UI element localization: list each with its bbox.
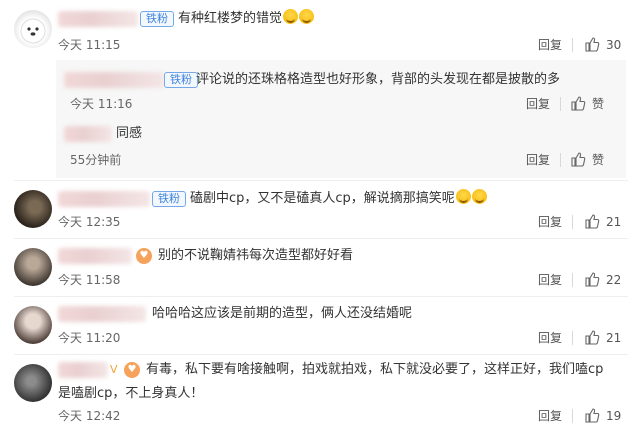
thumbs-up-icon[interactable] (584, 271, 600, 287)
reply-button[interactable]: 回复 (526, 96, 550, 112)
like-count: 22 (606, 273, 622, 287)
laughing-emoji-icon (455, 189, 471, 204)
verified-v-icon: V (110, 363, 118, 376)
reply-button[interactable]: 回复 (526, 152, 550, 168)
reply-text: 同感 (116, 126, 143, 141)
like-count: 30 (606, 38, 622, 52)
like-label: 赞 (592, 153, 605, 167)
comment: ♥ 别的不说鞠婧祎每次造型都好好看 今天 11:58 回复 22 (0, 238, 640, 296)
username-blurred[interactable] (64, 126, 112, 142)
comment: 铁粉 磕剧中cp，又不是磕真人cp，解说摘那搞笑呢 今天 12:35 回复 21 (0, 180, 640, 238)
timestamp: 今天 11:20 (58, 331, 121, 345)
comment-text: 磕剧中cp，又不是磕真人cp，解说摘那搞笑呢 (190, 189, 487, 209)
comment: V ♥ 有毒，私下要有啥接触啊，拍戏就拍戏，私下就没必要了，这样正好，我们嗑cp… (0, 354, 640, 428)
username-blurred[interactable] (58, 306, 146, 322)
thumbs-up-icon[interactable] (570, 151, 586, 167)
like-count: 21 (606, 331, 622, 345)
reply-button[interactable]: 回复 (538, 37, 562, 53)
avatar[interactable] (14, 10, 52, 48)
fan-badge: 铁粉 (164, 72, 198, 88)
comment-text: 有种红楼梦的错觉 (178, 9, 315, 29)
username-blurred[interactable] (58, 362, 108, 378)
timestamp: 今天 11:15 (58, 38, 121, 52)
thumbs-up-icon[interactable] (584, 407, 600, 423)
fan-badge: 铁粉 (140, 11, 174, 27)
username-blurred[interactable] (64, 72, 164, 88)
username-blurred[interactable] (58, 248, 132, 264)
divider (572, 215, 573, 229)
laughing-emoji-icon (283, 9, 299, 24)
divider (572, 331, 573, 345)
comment-text-line1: 有毒，私下要有啥接触啊，拍戏就拍戏，私下就没必要了，这样正好，我们嗑cp (146, 362, 604, 377)
timestamp: 55分钟前 (70, 153, 122, 167)
avatar[interactable] (14, 364, 52, 402)
divider (560, 153, 561, 167)
reply-button[interactable]: 回复 (538, 272, 562, 288)
divider (572, 273, 573, 287)
thumbs-up-icon[interactable] (584, 329, 600, 345)
comment-text-line2: 是嗑剧cp，不上身真人！ (58, 386, 204, 401)
timestamp: 今天 12:42 (58, 409, 121, 423)
comment-text-content: 有种红楼梦的错觉 (178, 11, 283, 26)
reply-text: 评论说的还珠格格造型也好形象，背部的头发现在都是披散的多 (196, 72, 561, 87)
reply-button[interactable]: 回复 (538, 214, 562, 230)
reply-thread: 铁粉 评论说的还珠格格造型也好形象，背部的头发现在都是披散的多 今天 11:16… (56, 60, 626, 178)
comment-text-content: 磕剧中cp，又不是磕真人cp，解说摘那搞笑呢 (190, 191, 455, 206)
comment-text: 哈哈哈这应该是前期的造型，俩人还没结婚呢 (152, 306, 413, 321)
reply-button[interactable]: 回复 (538, 330, 562, 346)
divider (560, 97, 561, 111)
laughing-emoji-icon (471, 189, 487, 204)
timestamp: 今天 11:58 (58, 273, 121, 287)
reply-button[interactable]: 回复 (538, 408, 562, 424)
timestamp: 今天 12:35 (58, 215, 121, 229)
like-count: 19 (606, 409, 622, 423)
avatar[interactable] (14, 306, 52, 344)
like-label: 赞 (592, 97, 605, 111)
heart-badge-icon: ♥ (136, 248, 152, 264)
thumbs-up-icon[interactable] (584, 36, 600, 52)
thumbs-up-icon[interactable] (570, 95, 586, 111)
thumbs-up-icon[interactable] (584, 213, 600, 229)
username-blurred[interactable] (58, 191, 150, 207)
laughing-emoji-icon (299, 9, 315, 24)
avatar[interactable] (14, 190, 52, 228)
username-blurred[interactable] (58, 11, 138, 27)
heart-badge-icon: ♥ (124, 362, 140, 378)
like-count: 21 (606, 215, 622, 229)
comment: 铁粉 有种红楼梦的错觉 今天 11:15 回复 30 铁粉 评论说的还珠格格造型… (0, 0, 640, 190)
avatar[interactable] (14, 248, 52, 286)
dog-avatar-icon (20, 18, 46, 44)
divider (572, 38, 573, 52)
comment: 哈哈哈这应该是前期的造型，俩人还没结婚呢 今天 11:20 回复 21 (0, 296, 640, 354)
divider (572, 409, 573, 423)
timestamp: 今天 11:16 (70, 97, 133, 111)
comment-text: 别的不说鞠婧祎每次造型都好好看 (158, 248, 354, 263)
fan-badge: 铁粉 (152, 191, 186, 207)
